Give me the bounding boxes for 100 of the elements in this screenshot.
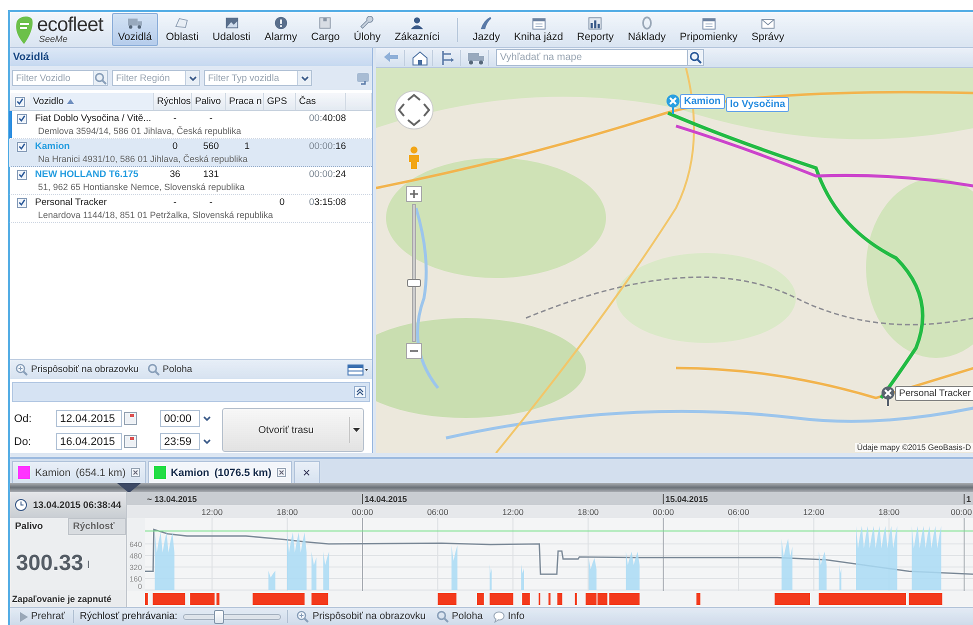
- dropdown-field[interactable]: Filter Typ vozidla: [204, 70, 312, 86]
- tab-distance: (654.1 km): [76, 466, 126, 478]
- open-route-button[interactable]: Otvoriť trasu: [222, 408, 364, 452]
- locate-button[interactable]: Poloha: [434, 610, 485, 623]
- zoom-in-button[interactable]: [406, 186, 422, 202]
- close-icon[interactable]: [276, 468, 286, 477]
- fit-to-screen-button[interactable]: Prispôsobiť na obrazovku: [294, 610, 428, 623]
- fit-to-screen-button[interactable]: Prispôsobiť na obrazovku: [13, 363, 141, 376]
- marker-label: Kamion: [680, 94, 725, 109]
- time-cell-text: 00:40:08: [308, 113, 347, 124]
- close-all-tab[interactable]: ×: [294, 461, 320, 483]
- search-icon[interactable]: [689, 51, 702, 64]
- time-cell-text: 03:15:08: [308, 197, 347, 208]
- calendar-icon[interactable]: [124, 435, 137, 448]
- play-button[interactable]: Prehrať: [18, 611, 67, 622]
- column-header[interactable]: Rýchlos: [154, 93, 192, 110]
- close-icon[interactable]: [130, 468, 140, 477]
- toolbar-button[interactable]: Alarmy: [258, 13, 304, 46]
- checkbox[interactable]: [15, 96, 25, 106]
- column-header[interactable]: GPS: [264, 93, 296, 110]
- vehicle-name: Fiat Doblo Vysočina / Vitě...: [34, 113, 152, 124]
- toolbar-button[interactable]: Správy: [746, 13, 790, 46]
- toolbar-button[interactable]: Cargo: [305, 13, 346, 46]
- map-pin-icon: [666, 94, 680, 114]
- calendar-icon[interactable]: [124, 412, 137, 425]
- date-field[interactable]: 16.04.2015: [56, 433, 122, 450]
- table-cell-text: 0: [278, 197, 286, 208]
- search-icon: [436, 610, 449, 623]
- map-search-field[interactable]: Vyhľadať na mape: [496, 49, 704, 66]
- toolbar-button[interactable]: Udalosti: [206, 13, 256, 46]
- checkbox[interactable]: [17, 170, 27, 180]
- value-unit: l: [87, 560, 90, 571]
- toolbar-button[interactable]: Vozidlá: [112, 13, 158, 46]
- bar-chart-icon: [586, 16, 604, 30]
- caret-icon: [300, 74, 310, 82]
- vehicle-row[interactable]: Kamion 0 560 1 00:00:16 Na Hranici 4931/10, 586 01 Jihlava, Česká republika: [9, 139, 372, 167]
- date-field[interactable]: 12.04.2015: [56, 410, 122, 427]
- time-cell-text: 00:00:16: [308, 141, 347, 152]
- home-icon[interactable]: [411, 50, 429, 66]
- pan-control[interactable]: [394, 90, 434, 130]
- locate-button[interactable]: Poloha: [144, 363, 194, 376]
- ignition-label: Zapaľovanie je zapnuté: [10, 590, 126, 607]
- caret-icon[interactable]: [202, 414, 212, 423]
- table-cell-text: -: [208, 197, 214, 208]
- vehicle-row[interactable]: NEW HOLLAND T6.175 36 131 00:00:24 51, 962 65 Hontianske Nemce, Slovenská republika: [9, 167, 372, 195]
- toolbar-button[interactable]: Kniha jázd: [508, 13, 570, 46]
- plus-icon: [410, 190, 418, 198]
- checkbox[interactable]: [17, 142, 27, 152]
- search-field[interactable]: Filter Vozidlo: [13, 72, 93, 84]
- table-cell-text: -: [208, 113, 214, 124]
- chart-tab[interactable]: Rýchlosť: [68, 518, 126, 535]
- axis-label: 18:00: [878, 507, 900, 517]
- vehicle-address: Demlova 3594/14, 586 01 Jihlava, Česká republika: [37, 126, 242, 136]
- dropdown-field[interactable]: Filter Región: [113, 72, 185, 84]
- time-field[interactable]: 00:00: [160, 410, 200, 427]
- slider-thumb[interactable]: [407, 279, 421, 288]
- column-header[interactable]: Čas: [296, 93, 346, 110]
- toolbar-button[interactable]: Jazdy: [466, 13, 506, 46]
- caret-icon[interactable]: [202, 437, 212, 446]
- time-field[interactable]: 23:59: [160, 433, 200, 450]
- checkbox[interactable]: [17, 114, 27, 124]
- checkbox[interactable]: [17, 198, 27, 208]
- toolbar-button[interactable]: Reporty: [571, 13, 620, 46]
- table-cell-text: 131: [202, 169, 220, 180]
- dropdown-field[interactable]: Filter Typ vozidla: [205, 72, 297, 84]
- dropdown-field[interactable]: Filter Región: [112, 70, 200, 86]
- toolbar-button[interactable]: Náklady: [622, 13, 672, 46]
- date-label: 14.04.2015: [364, 494, 408, 504]
- columns-menu-icon[interactable]: [347, 364, 369, 376]
- table-cell-text: 36: [168, 169, 182, 180]
- zoom-icon: [296, 610, 310, 623]
- caret-icon: [188, 74, 198, 82]
- search-field[interactable]: Filter Vozidlo: [12, 70, 108, 86]
- expand-up-icon[interactable]: [354, 386, 366, 398]
- column-header[interactable]: Praca n: [226, 93, 264, 110]
- column-header[interactable]: Vozidlo: [30, 93, 154, 110]
- info-button[interactable]: Info: [490, 610, 527, 622]
- zoom-out-button[interactable]: [406, 343, 422, 359]
- table-cell-text: -: [172, 113, 178, 124]
- slider-thumb[interactable]: [214, 610, 224, 624]
- axis-label: 06:00: [427, 507, 448, 517]
- cursor-time: 13.04.2015 06:38:44: [33, 500, 122, 510]
- toolbar-button[interactable]: Pripomienky: [674, 13, 744, 46]
- marker-label: lo Vysočina: [726, 97, 790, 112]
- toolbar-button[interactable]: Úlohy: [348, 13, 387, 46]
- leaf-logo-icon: [14, 14, 34, 44]
- toolbar-button[interactable]: Zákazníci: [388, 13, 446, 46]
- calendar-icon: [530, 16, 548, 30]
- chart-tab[interactable]: Palivo: [10, 518, 68, 535]
- column-header[interactable]: Palivo: [192, 93, 226, 110]
- route-tab[interactable]: Kamion (654.1 km): [12, 461, 146, 483]
- zoom-slider[interactable]: [407, 204, 421, 342]
- table-cell-text: 560: [202, 141, 220, 152]
- table-cell-text: 1: [243, 141, 251, 152]
- toolbar-button[interactable]: Oblasti: [160, 13, 205, 46]
- minus-icon: [410, 347, 418, 355]
- route-tab[interactable]: Kamion (1076.5 km): [148, 461, 292, 483]
- axis-label: 00:00: [652, 507, 674, 517]
- speed-label: Rýchlosť prehrávania:: [80, 611, 178, 622]
- marker-label: Personal Tracker: [895, 386, 973, 401]
